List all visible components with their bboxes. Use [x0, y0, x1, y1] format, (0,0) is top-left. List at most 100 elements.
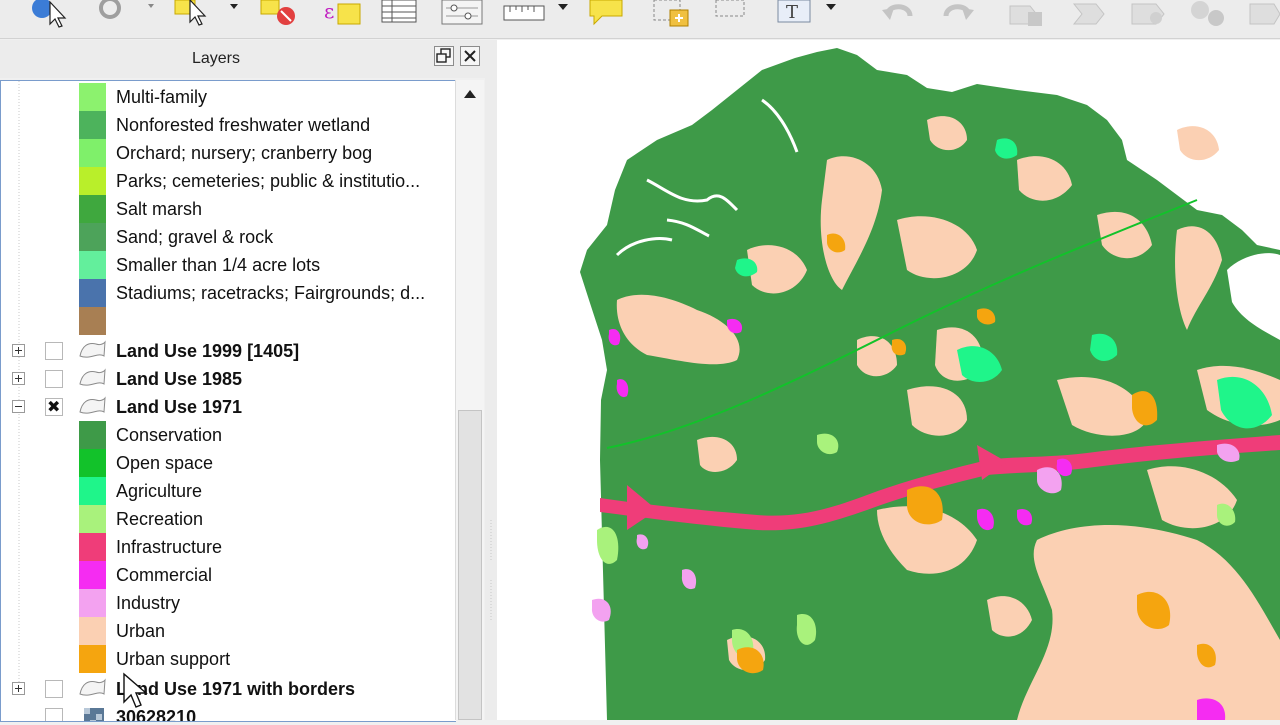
- text-label-icon[interactable]: T: [776, 0, 846, 30]
- settings-gear-icon[interactable]: [1244, 0, 1280, 30]
- legend-item: Agriculture: [1, 477, 456, 505]
- annotation-icon[interactable]: [586, 0, 630, 30]
- layer-row-land-use-1971-borders[interactable]: Land Use 1971 with borders: [1, 675, 456, 703]
- legend-label: Salt marsh: [116, 199, 203, 219]
- map-canvas[interactable]: [497, 40, 1280, 720]
- panel-splitter[interactable]: [485, 40, 497, 720]
- legend-swatch: [79, 617, 106, 645]
- layers-panel-title: Layers: [191, 50, 241, 67]
- legend-label: Orchard; nursery; cranberry bog: [116, 143, 373, 163]
- legend-label: Infrastructure: [116, 537, 223, 557]
- mouse-cursor-icon: [123, 672, 148, 708]
- collapse-toggle[interactable]: [12, 400, 25, 413]
- layer-row-land-use-1999[interactable]: Land Use 1999 [1405]: [1, 337, 456, 365]
- legend-item: Urban: [1, 617, 456, 645]
- layers-panel-header: Layers: [0, 40, 486, 78]
- layer-row-land-use-1985[interactable]: Land Use 1985: [1, 365, 456, 393]
- legend-item: Infrastructure: [1, 533, 456, 561]
- legend-item: Smaller than 1/4 acre lots: [1, 251, 456, 279]
- legend-label: Conservation: [116, 425, 223, 445]
- legend-item: Sand; gravel & rock: [1, 223, 456, 251]
- expand-toggle[interactable]: [12, 682, 25, 695]
- layer-visibility-checkbox[interactable]: [45, 342, 63, 360]
- legend-swatch: [79, 251, 106, 279]
- polygon-layer-icon: [79, 340, 106, 358]
- layer-visibility-checkbox[interactable]: [45, 370, 63, 388]
- deselect-icon[interactable]: [258, 0, 302, 30]
- measure-icon[interactable]: [502, 0, 574, 30]
- legend-item: Commercial: [1, 561, 456, 589]
- splitter-grip: [490, 520, 492, 620]
- legend-item: Salt marsh: [1, 195, 456, 223]
- legend-item: Conservation: [1, 421, 456, 449]
- legend-swatch: [79, 645, 106, 673]
- expand-toggle[interactable]: [12, 344, 25, 357]
- select-features-icon[interactable]: [92, 0, 158, 30]
- legend-label: Recreation: [116, 509, 204, 529]
- legend-item: Stadiums; racetracks; Fairgrounds; d...: [1, 279, 456, 307]
- legend-swatch: [79, 477, 106, 505]
- map-toolbar: ε T: [0, 0, 1280, 39]
- layer-name: Land Use 1971 with borders: [116, 679, 356, 699]
- move-label-icon[interactable]: [1066, 0, 1110, 30]
- pin-label-icon[interactable]: [1128, 0, 1172, 30]
- rotate-label-icon[interactable]: [1004, 0, 1048, 30]
- pan-to-selection-icon[interactable]: [712, 0, 748, 30]
- svg-text:ε: ε: [324, 0, 334, 23]
- legend-item: Multi-family: [1, 83, 456, 111]
- legend-label: Smaller than 1/4 acre lots: [116, 255, 321, 275]
- legend-label: Open space: [116, 453, 214, 473]
- layer-row-raster-30628210[interactable]: 30628210: [1, 703, 456, 721]
- legend-item: [1, 307, 456, 335]
- legend-swatch: [79, 111, 106, 139]
- select-by-expression-icon[interactable]: ε: [322, 0, 366, 30]
- legend-swatch: [79, 167, 106, 195]
- legend-item: Industry: [1, 589, 456, 617]
- legend-swatch: [79, 83, 106, 111]
- svg-text:T: T: [786, 2, 798, 23]
- layer-name: Land Use 1985: [116, 369, 243, 389]
- layer-visibility-checkbox[interactable]: [45, 397, 63, 417]
- field-calculator-icon[interactable]: [440, 0, 484, 30]
- legend-swatch: [79, 139, 106, 167]
- legend-label: Industry: [116, 593, 181, 613]
- attribute-table-icon[interactable]: [380, 0, 420, 30]
- legend-swatch: [79, 589, 106, 617]
- layer-tree[interactable]: Multi-family Nonforested freshwater wetl…: [0, 80, 456, 722]
- settings-icon[interactable]: [1188, 0, 1232, 30]
- identify-icon[interactable]: [28, 0, 72, 30]
- legend-swatch: [79, 533, 106, 561]
- scrollbar-thumb[interactable]: [458, 410, 482, 720]
- legend-label: Multi-family: [116, 87, 208, 107]
- legend-item: Parks; cemeteries; public & institutio..…: [1, 167, 456, 195]
- float-panel-button[interactable]: [434, 46, 454, 66]
- polygon-layer-icon: [79, 678, 106, 696]
- legend-swatch: [79, 279, 106, 307]
- legend-label: Commercial: [116, 565, 213, 585]
- legend-swatch: [79, 195, 106, 223]
- legend-swatch: [79, 421, 106, 449]
- close-panel-button[interactable]: [460, 46, 480, 66]
- legend-label: Nonforested freshwater wetland: [116, 115, 371, 135]
- layer-name: Land Use 1971: [116, 397, 243, 417]
- layer-row-land-use-1971[interactable]: Land Use 1971: [1, 393, 456, 421]
- legend-item: Open space: [1, 449, 456, 477]
- legend-label: Parks; cemeteries; public & institutio..…: [116, 171, 421, 191]
- layer-tree-scrollbar[interactable]: [455, 80, 484, 720]
- redo-icon[interactable]: [940, 0, 980, 30]
- legend-swatch: [79, 223, 106, 251]
- land-use-map: [580, 48, 1280, 720]
- close-icon: [464, 50, 476, 62]
- layer-name: Land Use 1999 [1405]: [116, 341, 300, 361]
- expand-toggle[interactable]: [12, 372, 25, 385]
- legend-label: Sand; gravel & rock: [116, 227, 274, 247]
- undo-icon[interactable]: [880, 0, 920, 30]
- scroll-up-button[interactable]: [456, 80, 484, 108]
- select-rectangle-icon[interactable]: [172, 0, 244, 30]
- legend-item: Recreation: [1, 505, 456, 533]
- new-bookmark-icon[interactable]: [650, 0, 694, 30]
- layer-visibility-checkbox[interactable]: [45, 680, 63, 698]
- polygon-layer-icon: [79, 396, 106, 414]
- float-icon: [436, 48, 451, 63]
- legend-swatch: [79, 449, 106, 477]
